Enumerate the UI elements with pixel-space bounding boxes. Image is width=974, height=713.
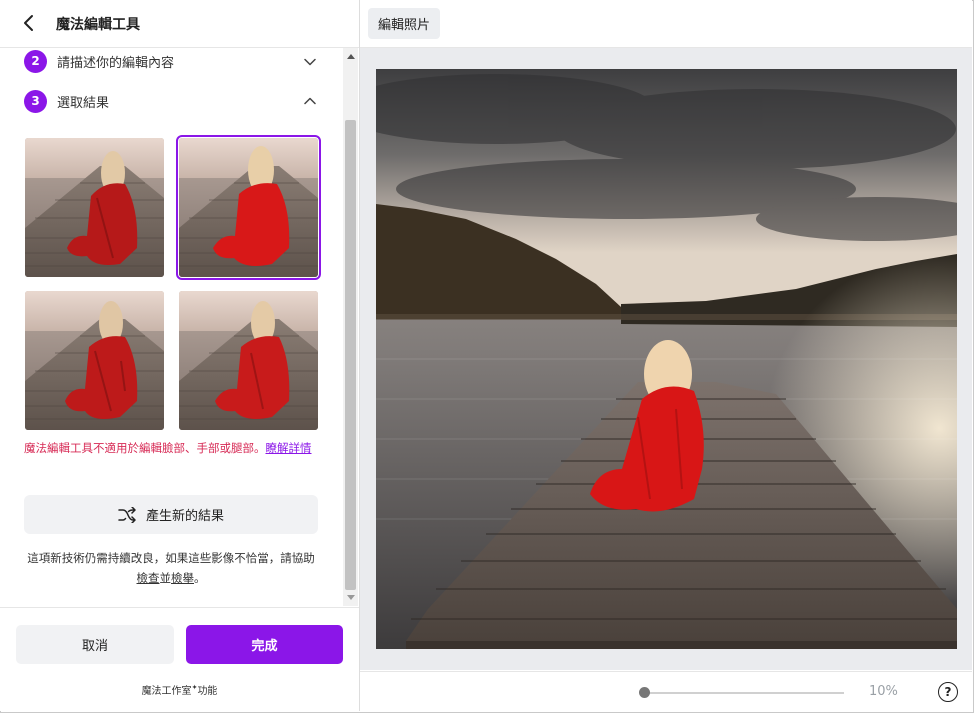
result-thumbnail-1[interactable] (25, 138, 164, 277)
powered-by-label: 魔法工作室✦功能 (0, 682, 359, 697)
result-thumbnail-3[interactable] (25, 291, 164, 430)
learn-more-link[interactable]: 瞭解詳情 (266, 441, 312, 455)
generate-new-results-label: 產生新的結果 (145, 509, 224, 524)
lake-dock-photo (376, 69, 957, 649)
editor-toolbar: 編輯照片 (360, 0, 972, 48)
result-image (25, 291, 164, 430)
result-thumbnail-2-selected[interactable] (176, 135, 321, 280)
warning-message: 魔法編輯工具不適用於編輯臉部、手部或腿部。瞭解詳情 (24, 439, 319, 457)
result-image (179, 138, 318, 277)
zoom-slider-track[interactable] (644, 692, 844, 694)
main-photo[interactable] (376, 69, 957, 649)
panel-header: 魔法編輯工具 (0, 0, 359, 48)
help-icon[interactable]: ? (938, 682, 958, 702)
scrollbar-thumb[interactable] (345, 120, 356, 590)
edit-photo-button[interactable]: 編輯照片 (368, 8, 440, 39)
result-thumbnail-4[interactable] (179, 291, 318, 430)
step-label: 選取結果 (57, 95, 110, 111)
step-number: 3 (24, 89, 47, 113)
zoom-slider-handle[interactable] (639, 687, 650, 698)
cancel-button[interactable]: 取消 (16, 625, 174, 664)
back-arrow-icon[interactable] (20, 13, 40, 33)
note-text: 這項新技術仍需持續改良，如果這些影像不恰當，請協助 (27, 551, 315, 565)
panel-scroll-area: 2 請描述你的編輯內容 3 選取結果 魔法編輯工具不適用於編輯臉部、手部或腿部。… (0, 48, 343, 606)
magic-edit-panel: 魔法編輯工具 2 請描述你的編輯內容 3 選取結果 魔法編輯工具不適用於編輯臉部… (0, 0, 360, 711)
report-link[interactable]: 檢舉 (171, 571, 194, 585)
panel-footer: 取消 完成 魔法工作室✦功能 (0, 607, 359, 712)
shuffle-icon (118, 506, 136, 523)
result-image (25, 138, 164, 277)
powered-suffix: 功能 (197, 686, 218, 697)
step-describe-edit[interactable]: 2 請描述你的編輯內容 (24, 49, 174, 73)
chevron-down-icon[interactable] (304, 56, 316, 68)
step-label: 請描述你的編輯內容 (57, 55, 175, 71)
magic-studio-label: 魔法工作室 (141, 686, 192, 697)
note-text-mid: 並 (159, 571, 172, 585)
chevron-up-icon[interactable] (304, 95, 316, 107)
done-button[interactable]: 完成 (186, 625, 343, 664)
step-select-result[interactable]: 3 選取結果 (24, 89, 109, 113)
zoom-level: 10% (869, 684, 898, 699)
generate-new-results-button[interactable]: 產生新的結果 (24, 495, 318, 534)
feedback-note: 這項新技術仍需持續改良，如果這些影像不恰當，請協助檢查並檢舉。 (24, 548, 318, 588)
check-link[interactable]: 檢查 (137, 571, 160, 585)
panel-title: 魔法編輯工具 (56, 17, 140, 33)
note-text-end: 。 (194, 571, 206, 585)
scroll-up-arrow-icon[interactable] (347, 54, 355, 59)
warning-text: 魔法編輯工具不適用於編輯臉部、手部或腿部。 (24, 441, 266, 455)
step-number: 2 (24, 49, 47, 73)
scroll-down-arrow-icon[interactable] (347, 595, 355, 600)
editor-canvas (360, 48, 972, 670)
zoom-bar: 10% ? (360, 671, 972, 712)
result-image (179, 291, 318, 430)
panel-scrollbar[interactable] (343, 48, 358, 606)
